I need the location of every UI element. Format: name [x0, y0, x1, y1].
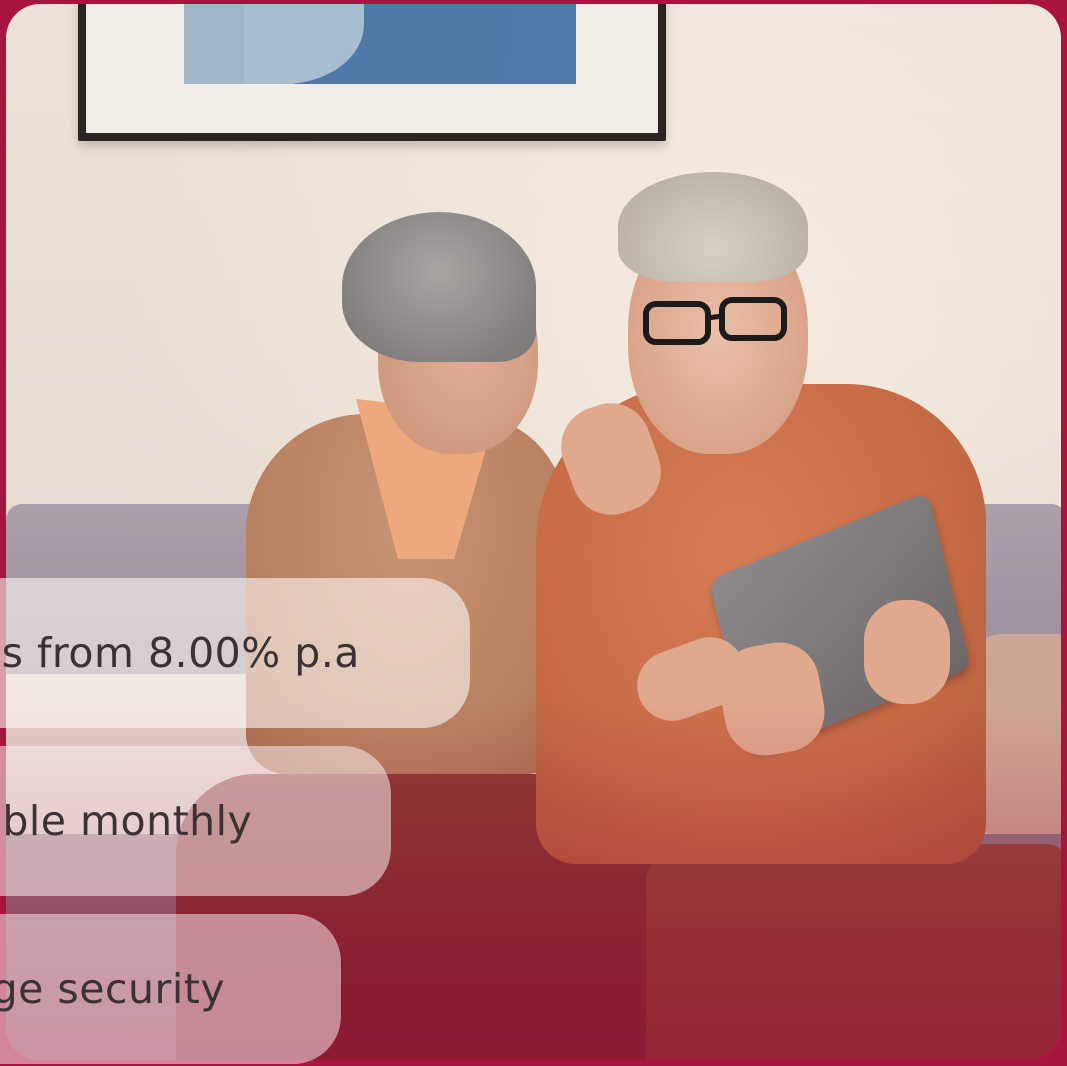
feature-pill-security-text: age security — [0, 965, 226, 1013]
feature-pill-returns-text: urns from 8.00% p.a — [0, 629, 360, 677]
glasses-icon — [643, 297, 787, 345]
feature-pill-security: age security — [0, 914, 341, 1064]
brand-frame: urns from 8.00% p.a yable monthly age se… — [0, 0, 1067, 1066]
man-hair — [618, 172, 808, 282]
wall-art-print — [184, 4, 576, 84]
wall-art-frame — [78, 4, 666, 141]
man-hand-right — [864, 600, 950, 704]
feature-pill-payable-text: yable monthly — [0, 797, 253, 845]
feature-pill-payable: yable monthly — [0, 746, 391, 896]
feature-pill-returns: urns from 8.00% p.a — [0, 578, 470, 728]
woman-hair — [342, 212, 536, 362]
wall-art-mat — [86, 4, 658, 133]
couple-with-tablet-photo — [6, 4, 1061, 1060]
